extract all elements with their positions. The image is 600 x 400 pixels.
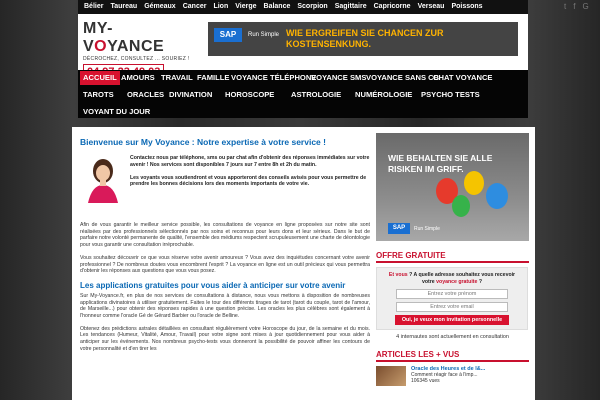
article-views: 106345 vues — [411, 378, 440, 384]
nav-item[interactable]: VOYANCE TÉLÉPHONE — [228, 71, 319, 85]
paragraph: Vous souhaitez découvrir ce que vous rés… — [80, 254, 370, 275]
facebook-icon[interactable]: f — [573, 1, 575, 13]
logo-name: MY-VOYANCE — [83, 20, 165, 55]
nav-item[interactable]: VOYANCE SMS — [308, 71, 369, 85]
page-title: Bienvenue sur My Voyance : Notre experti… — [80, 137, 326, 147]
paragraph: Afin de vous garantir le meilleur servic… — [80, 222, 370, 249]
logo-tagline: DÉCROCHEZ, CONSULTEZ ... SOURIEZ ! — [83, 56, 190, 62]
offer-question: Et vous ? A quelle adresse souhaitez vou… — [388, 272, 516, 285]
nav-item[interactable]: AMOURS — [118, 71, 158, 85]
zodiac-link[interactable]: Bélier — [84, 1, 103, 13]
article-text: Oracle des Heures et de l&... Comment ré… — [411, 366, 485, 386]
nav-item[interactable]: VOYANT DU JOUR — [80, 105, 153, 119]
firstname-input[interactable]: Entrez votre prénom — [396, 289, 508, 299]
sap-logo: SAP — [214, 28, 242, 42]
offer-heading: OFFRE GRATUITE — [376, 251, 529, 263]
zodiac-bar: Bélier Taureau Gémeaux Cancer Lion Vierge Bala… — [78, 0, 589, 14]
nav-item[interactable]: ACCUEIL — [80, 71, 120, 85]
nav-item[interactable]: NUMÉROLOGIE — [352, 88, 415, 102]
paragraph: Obtenez des prédictions astrales détaill… — [80, 325, 370, 352]
balloon-shape — [486, 183, 508, 209]
body-text: Afin de vous garantir le meilleur servic… — [80, 222, 370, 359]
nav-item[interactable]: DIVINATION — [166, 88, 215, 102]
site-logo[interactable]: MY-VOYANCE DÉCROCHEZ, CONSULTEZ ... SOUR… — [83, 20, 193, 80]
ad-run-simple: Run Simple — [414, 226, 440, 232]
nav-item[interactable]: FAMILLE — [194, 71, 232, 85]
site-header: MY-VOYANCE DÉCROCHEZ, CONSULTEZ ... SOUR… — [78, 14, 528, 80]
nav-item[interactable]: TAROTS — [80, 88, 117, 102]
banner-run-simple: Run Simple — [248, 32, 280, 38]
articles-heading: ARTICLES LES + VUS — [376, 350, 529, 362]
invitation-button[interactable]: Oui, je veux mon invitation personnelle — [395, 315, 509, 325]
paragraph: Sur My-Voyance.fr, en plus de nos servic… — [80, 292, 370, 320]
section-subtitle: Les applications gratuites pour vous aid… — [80, 280, 346, 290]
zodiac-link[interactable]: Poissons — [451, 1, 482, 13]
free-offer-form: Et vous ? A quelle adresse souhaitez vou… — [376, 267, 528, 330]
zodiac-link[interactable]: Balance — [264, 1, 291, 13]
main-container: Bienvenue sur My Voyance : Notre experti… — [72, 127, 535, 400]
sidebar-ad-text: WIE BEHALTEN SIE ALLE RISIKEN IM GRIFF. — [388, 153, 493, 174]
zodiac-link[interactable]: Scorpion — [297, 1, 327, 13]
sidebar-ad[interactable]: WIE BEHALTEN SIE ALLE RISIKEN IM GRIFF. … — [376, 133, 529, 241]
zodiac-link[interactable]: Sagittaire — [335, 1, 367, 13]
voyante-portrait — [84, 157, 122, 203]
zodiac-link[interactable]: Gémeaux — [144, 1, 176, 13]
nav-item[interactable]: ORACLES — [124, 88, 167, 102]
social-links: tfG — [564, 1, 589, 13]
nav-item[interactable]: HOROSCOPE — [222, 88, 277, 102]
sidebar: WIE BEHALTEN SIE ALLE RISIKEN IM GRIFF. … — [376, 133, 529, 386]
twitter-icon[interactable]: t — [564, 1, 566, 13]
nav-item[interactable]: CHAT VOYANCE — [430, 71, 496, 85]
article-item[interactable]: Oracle des Heures et de l&... Comment ré… — [376, 366, 529, 386]
online-count-text: 4 internautes sont actuellement en consu… — [396, 334, 509, 340]
popular-articles: ARTICLES LES + VUS Oracle des Heures et … — [376, 350, 529, 386]
main-navigation: ACCUEIL AMOURS TRAVAIL FAMILLE VOYANCE TÉLÉP… — [78, 70, 528, 118]
zodiac-link[interactable]: Cancer — [183, 1, 207, 13]
main-content: Bienvenue sur My Voyance : Notre experti… — [80, 137, 370, 352]
banner-text: WIE ERGREIFEN SIE CHANCEN ZUR KOSTENSENK… — [286, 28, 444, 49]
zodiac-link[interactable]: Capricorne — [374, 1, 411, 13]
zodiac-links: Bélier Taureau Gémeaux Cancer Lion Vierge Bala… — [84, 1, 483, 13]
nav-item[interactable]: PSYCHO TESTS — [418, 88, 483, 102]
intro-text: Contactez nous par téléphone, sms ou par… — [130, 155, 370, 188]
nav-item[interactable]: TRAVAIL — [158, 71, 196, 85]
article-thumbnail — [376, 366, 406, 386]
nav-item[interactable]: ASTROLOGIE — [288, 88, 344, 102]
zodiac-link[interactable]: Taureau — [110, 1, 137, 13]
email-input[interactable]: Entrez votre email — [396, 302, 508, 312]
balloon-shape — [452, 195, 470, 217]
sap-banner-ad[interactable]: SAP Run Simple WIE ERGREIFEN SIE CHANCEN… — [208, 22, 518, 56]
zodiac-link[interactable]: Lion — [213, 1, 228, 13]
sap-logo: SAP — [388, 223, 410, 234]
zodiac-link[interactable]: Verseau — [418, 1, 445, 13]
zodiac-link[interactable]: Vierge — [235, 1, 256, 13]
google-plus-icon[interactable]: G — [582, 1, 588, 13]
